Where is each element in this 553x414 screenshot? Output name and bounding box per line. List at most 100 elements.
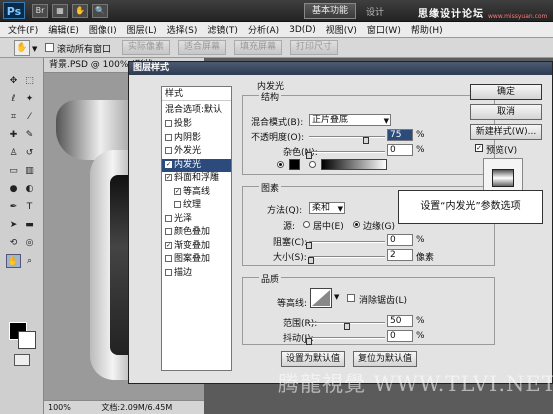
range-input[interactable]: 50 [387,315,413,327]
hand-icon[interactable]: ✋ [72,4,88,18]
contour-picker[interactable] [310,288,332,308]
style-item-checkbox[interactable] [165,147,172,154]
choke-slider[interactable] [309,241,385,243]
style-item[interactable]: ✓ 等高线 [162,186,231,199]
ok-button[interactable]: 确定 [470,84,542,100]
zoom-level[interactable]: 100% [48,403,71,412]
choke-slider-knob[interactable] [306,242,312,249]
source-edge-radio[interactable] [353,221,360,228]
menu-image[interactable]: 图像(I) [89,23,117,36]
style-item-checkbox[interactable]: ✓ [174,187,181,195]
style-item-checkbox[interactable] [165,120,172,127]
history-brush-icon[interactable]: ↺ [22,146,37,160]
magic-wand-icon[interactable]: ✦ [22,92,37,106]
quick-mask-icon[interactable] [14,354,30,366]
choke-input[interactable]: 0 [387,234,413,246]
crop-tool-icon[interactable]: ⌗ [6,110,21,124]
blur-tool-icon[interactable]: ● [6,182,21,196]
dodge-tool-icon[interactable]: ◐ [22,182,37,196]
glow-gradient-swatch[interactable] [321,159,387,170]
workspace-button[interactable]: 基本功能 [304,3,356,19]
actual-pixels-button[interactable]: 实际像素 [122,40,170,55]
menu-select[interactable]: 选择(S) [167,23,198,36]
style-item-checkbox[interactable] [165,268,172,276]
jitter-input[interactable]: 0 [387,330,413,342]
chevron-down-icon[interactable]: ▼ [334,293,339,301]
menu-analysis[interactable]: 分析(A) [248,23,279,36]
style-item-checkbox[interactable]: ✓ [165,241,172,249]
range-slider-knob[interactable] [344,323,350,330]
gradient-tool-icon[interactable]: ▥ [22,164,37,178]
menu-window[interactable]: 窗口(W) [367,23,401,36]
preview-checkbox[interactable]: ✓ [475,144,483,152]
style-item-checkbox[interactable] [165,255,172,262]
style-item-checkbox[interactable] [165,228,172,235]
size-slider[interactable] [309,256,385,258]
3d-orbit-icon[interactable]: ◎ [22,236,37,250]
blend-mode-select[interactable]: 正片叠底 ▼ [309,114,391,126]
source-center-radio[interactable] [303,221,310,228]
style-item[interactable]: 投影 [162,118,231,131]
print-size-button[interactable]: 打印尺寸 [290,40,338,55]
zoom-icon[interactable]: 🔍 [92,4,108,18]
move-tool-icon[interactable]: ✥ [6,74,21,88]
clone-stamp-icon[interactable]: ♙ [6,146,21,160]
noise-slider-knob[interactable] [306,152,312,159]
opacity-input[interactable]: 75 [387,129,413,141]
workspace-design-tab[interactable]: 设计 [366,5,384,18]
style-item[interactable]: ✓ 斜面和浮雕 [162,172,231,185]
glow-color-swatch[interactable] [289,159,300,170]
style-item[interactable]: 外发光 [162,145,231,158]
menu-layer[interactable]: 图层(L) [127,23,157,36]
style-item[interactable]: 颜色叠加 [162,226,231,239]
hand-tool-icon[interactable]: ✋ [14,40,30,56]
opacity-slider[interactable] [309,136,385,138]
cancel-button[interactable]: 取消 [470,104,542,120]
styles-header[interactable]: 样式 [162,87,231,101]
lasso-tool-icon[interactable]: ℓ [6,92,21,106]
opacity-slider-knob[interactable] [363,137,369,144]
type-tool-icon[interactable]: T [22,200,37,214]
grid-icon[interactable]: ▦ [52,4,68,18]
fit-screen-button[interactable]: 适合屏幕 [178,40,226,55]
shape-tool-icon[interactable]: ▬ [22,218,37,232]
style-item[interactable]: 内阴影 [162,132,231,145]
antialias-checkbox[interactable] [347,294,355,302]
menu-filter[interactable]: 滤镜(T) [207,23,238,36]
method-select[interactable]: 柔和 ▼ [309,202,345,214]
3d-rotate-icon[interactable]: ⟲ [6,236,21,250]
style-item[interactable]: ✓ 内发光 [162,158,231,172]
color-mode-radio[interactable] [277,161,284,168]
zoom-tool-icon[interactable]: ⌕ [22,254,37,268]
chevron-down-icon[interactable]: ▼ [32,45,37,53]
style-item[interactable]: ✓ 渐变叠加 [162,240,231,253]
healing-brush-icon[interactable]: ✚ [6,128,21,142]
new-style-button[interactable]: 新建样式(W)... [470,124,542,140]
path-selection-icon[interactable]: ➤ [6,218,21,232]
style-item-checkbox[interactable] [165,214,172,222]
marquee-tool-icon[interactable]: ⬚ [22,74,37,88]
reset-default-button[interactable]: 复位为默认值 [353,351,417,367]
size-input[interactable]: 2 [387,249,413,261]
style-item[interactable]: 图案叠加 [162,253,231,266]
eraser-tool-icon[interactable]: ▭ [6,164,21,178]
set-default-button[interactable]: 设置为默认值 [281,351,345,367]
style-item-checkbox[interactable]: ✓ [165,160,172,168]
brush-tool-icon[interactable]: ✎ [22,128,37,142]
style-item[interactable]: 描边 [162,267,231,280]
noise-input[interactable]: 0 [387,144,413,156]
bridge-icon[interactable]: Br [32,4,48,18]
size-slider-knob[interactable] [307,257,314,264]
style-item[interactable]: 光泽 [162,213,231,226]
style-item-checkbox[interactable] [165,133,172,141]
scroll-all-checkbox[interactable] [45,43,54,52]
style-item[interactable]: 纹理 [162,199,231,212]
hand-tool-icon[interactable]: ✋ [6,254,21,268]
style-item-checkbox[interactable] [174,201,181,208]
pen-tool-icon[interactable]: ✒ [6,200,21,214]
menu-edit[interactable]: 编辑(E) [48,23,79,36]
menu-view[interactable]: 视图(V) [326,23,357,36]
jitter-slider[interactable] [309,337,385,339]
noise-slider[interactable] [309,151,385,153]
background-color-swatch[interactable] [18,331,36,349]
